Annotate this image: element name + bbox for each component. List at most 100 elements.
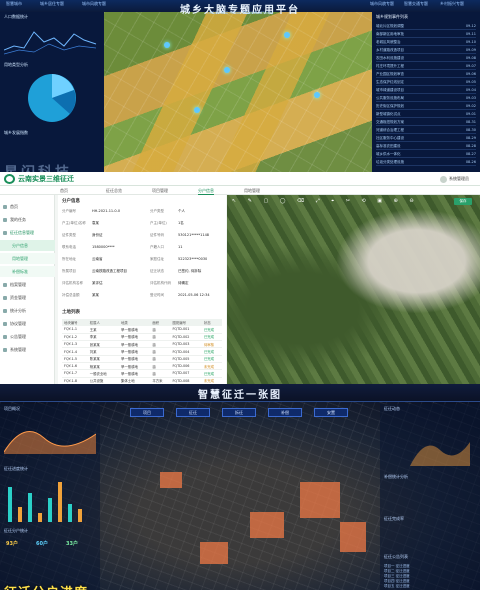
field-value[interactable]: HH-2021-11-0-0 [92,209,120,213]
sidebar-item[interactable]: 用地管理 [0,253,55,264]
sidebar-item[interactable]: 资金管理 [0,292,55,303]
top-tab[interactable]: 城市风貌专题 [82,1,106,7]
sidebar-item[interactable]: 征迁信息管理 [0,227,55,238]
list-item[interactable]: 社区服务中心建设 08-29 [376,134,476,142]
tab[interactable]: 用地管理 [244,188,260,194]
avatar[interactable] [440,176,447,183]
column-header[interactable]: 图斑编号 [170,319,202,326]
tab[interactable]: 分户信息 [198,188,214,195]
list-item[interactable]: 城市绿道建设项目 09-04 [376,86,476,94]
list-item[interactable]: 乡村道路改造项目 09-09 [376,46,476,54]
sidebar-item[interactable]: 分户信息 [0,240,55,251]
field-value[interactable]: 某评估 [92,281,103,286]
map-marker[interactable] [164,42,170,48]
user-name[interactable]: 系统管理员 [449,176,469,182]
filter-chip[interactable]: 安置 [314,408,348,417]
field-value[interactable]: 已签约, 待拆除 [178,269,201,274]
list-item[interactable]: 河道综合治理工程 08-30 [376,126,476,134]
table-row[interactable]: FQY-1-1 王某 旱一般耕地亩 FQTD-001 已完成 [62,326,222,334]
relocation-zone[interactable] [300,482,340,518]
relocation-zone[interactable] [340,522,366,552]
sidebar-item[interactable]: 统计分析 [0,305,55,316]
top-tab[interactable]: 城市风貌专题 [370,1,394,7]
list-item[interactable]: 城北片区规划调整 09-12 [376,22,476,30]
table-cell: 亩 [150,340,171,349]
table-row[interactable]: FQY-1-8 公共设施 集体土地 平方米 FQTD-008 未完成 [62,377,222,384]
aerial-farmland-map[interactable] [104,12,372,172]
sidebar-item[interactable]: 我的任务 [0,214,55,225]
sidebar-item[interactable]: 补偿标准 [0,266,55,277]
table-row[interactable]: FQY-1-5 陈某某 旱一般耕地亩 FQTD-005 已完成 [62,355,222,364]
field-value[interactable]: 个人 [178,209,185,214]
top-tab[interactable]: 乡村振兴专题 [440,1,464,7]
sidebar-item[interactable]: 首页 [0,201,55,212]
table-row[interactable]: FQY-1-2 李某 旱一般耕地亩 FQTD-002 已完成 [62,333,222,342]
field-value[interactable]: 袁某 [92,221,99,226]
table-row[interactable]: FQY-1-4 刘某 旱一般耕地亩 FQTD-004 已完成 [62,347,222,356]
sidebar: 首页我的任务征迁信息管理 分户信息用地管理补偿标准档案管理资金管理统计分析协议管理… [0,195,55,384]
list-item[interactable]: 高标准农田建设 08-28 [376,142,476,150]
tab[interactable]: 首页 [60,188,68,194]
sidebar-item[interactable]: 系统管理 [0,344,55,355]
list-item[interactable]: 交通枢纽规划方案 08-31 [376,118,476,126]
relocation-zone[interactable] [160,472,182,488]
event-time: 09-06 [465,72,476,76]
sidebar-item[interactable]: 协议管理 [0,318,55,329]
filter-chip[interactable]: 拆迁 [222,408,256,417]
sidebar-item-label: 首页 [10,204,18,209]
sidebar-item[interactable]: 档案管理 [0,279,55,290]
field-value[interactable]: 522323****0030 [178,257,207,261]
list-item[interactable]: 生态保护红线划定 09-05 [376,78,476,86]
list-item[interactable]: 村庄环境提升工程 09-07 [376,62,476,70]
sidebar-item-label: 统计分析 [10,308,26,313]
field-value[interactable]: 云南省 [92,257,103,262]
field-value[interactable]: 1名 [178,221,184,226]
relocation-zone[interactable] [200,542,228,564]
list-item[interactable]: 新型城镇化试点 09-01 [376,110,476,118]
map-marker[interactable] [284,32,290,38]
filter-chip[interactable]: 补偿 [268,408,302,417]
list-item[interactable]: 老城区风貌整治 09-10 [376,38,476,46]
column-header[interactable]: 地块编号 [62,319,88,326]
list-item[interactable]: 历史街区保护规划 09-02 [376,102,476,110]
field-value[interactable]: 待确定 [178,281,189,286]
map-toolbar[interactable]: ↖ ✎ ▢ ◯ ⌫ ⤢ ⌖ ✂ ⟲ ▣ ⊕ ⊖ [232,198,432,206]
column-header[interactable]: 状态 [201,319,222,326]
save-button[interactable]: 保存 [454,198,472,205]
field-label: 评估机构名称 [62,281,83,285]
table-row[interactable]: FQY-1-3 张某某 旱一般耕地亩 FQTD-003 待审核 [62,340,222,349]
table-row[interactable]: FQY-1-6 杨某某 旱一般耕地亩 FQTD-006 未完成 [62,362,222,371]
column-header[interactable]: 权属人 [87,319,120,326]
table-cell: FQY-1-8 [62,377,88,384]
map-marker[interactable] [194,107,200,113]
list-item[interactable]: 项目五 征迁进度 [384,584,410,589]
table-row[interactable]: FQY-1-7 一般农业地 旱一般耕地亩 FQTD-007 已完成 [62,369,222,378]
filter-chip[interactable]: 项目 [130,408,164,417]
field-value[interactable]: 2021-05-06 12:34 [178,293,210,297]
field-value[interactable]: 1580000**** [92,245,115,249]
filter-chip[interactable]: 征迁 [176,408,210,417]
top-tab[interactable]: 城乡居住专题 [40,1,64,7]
top-tab[interactable]: 智慧交通专题 [404,1,428,7]
tab[interactable]: 征迁总览 [106,188,122,194]
field-value[interactable]: 身份证 [92,233,103,238]
map-marker[interactable] [314,92,320,98]
terrain-3d-map[interactable] [227,195,480,384]
field-value[interactable]: 某某 [92,293,99,298]
list-item[interactable]: 公共服务设施布局 09-03 [376,94,476,102]
list-item[interactable]: 垃圾分类处理设施 08-26 [376,158,476,166]
column-header[interactable]: 面积 [150,319,171,326]
column-header[interactable]: 地类 [119,319,151,326]
relocation-zone[interactable] [250,512,284,538]
sidebar-item[interactable]: 公告管理 [0,331,55,342]
map-marker[interactable] [224,67,230,73]
list-item[interactable]: 农田水利设施建设 09-08 [376,54,476,62]
field-value[interactable]: 530121*****1148 [178,233,209,237]
field-value[interactable]: 云南铁路改造工程项目 [92,269,127,274]
tab[interactable]: 项目管理 [152,188,168,194]
top-tab[interactable]: 智慧城市 [6,1,22,7]
field-value[interactable]: 11 [178,245,182,249]
list-item[interactable]: 南部新区用地审批 09-11 [376,30,476,38]
list-item[interactable]: 产业园区规划审查 09-06 [376,70,476,78]
list-item[interactable]: 城乡供水一体化 08-27 [376,150,476,158]
